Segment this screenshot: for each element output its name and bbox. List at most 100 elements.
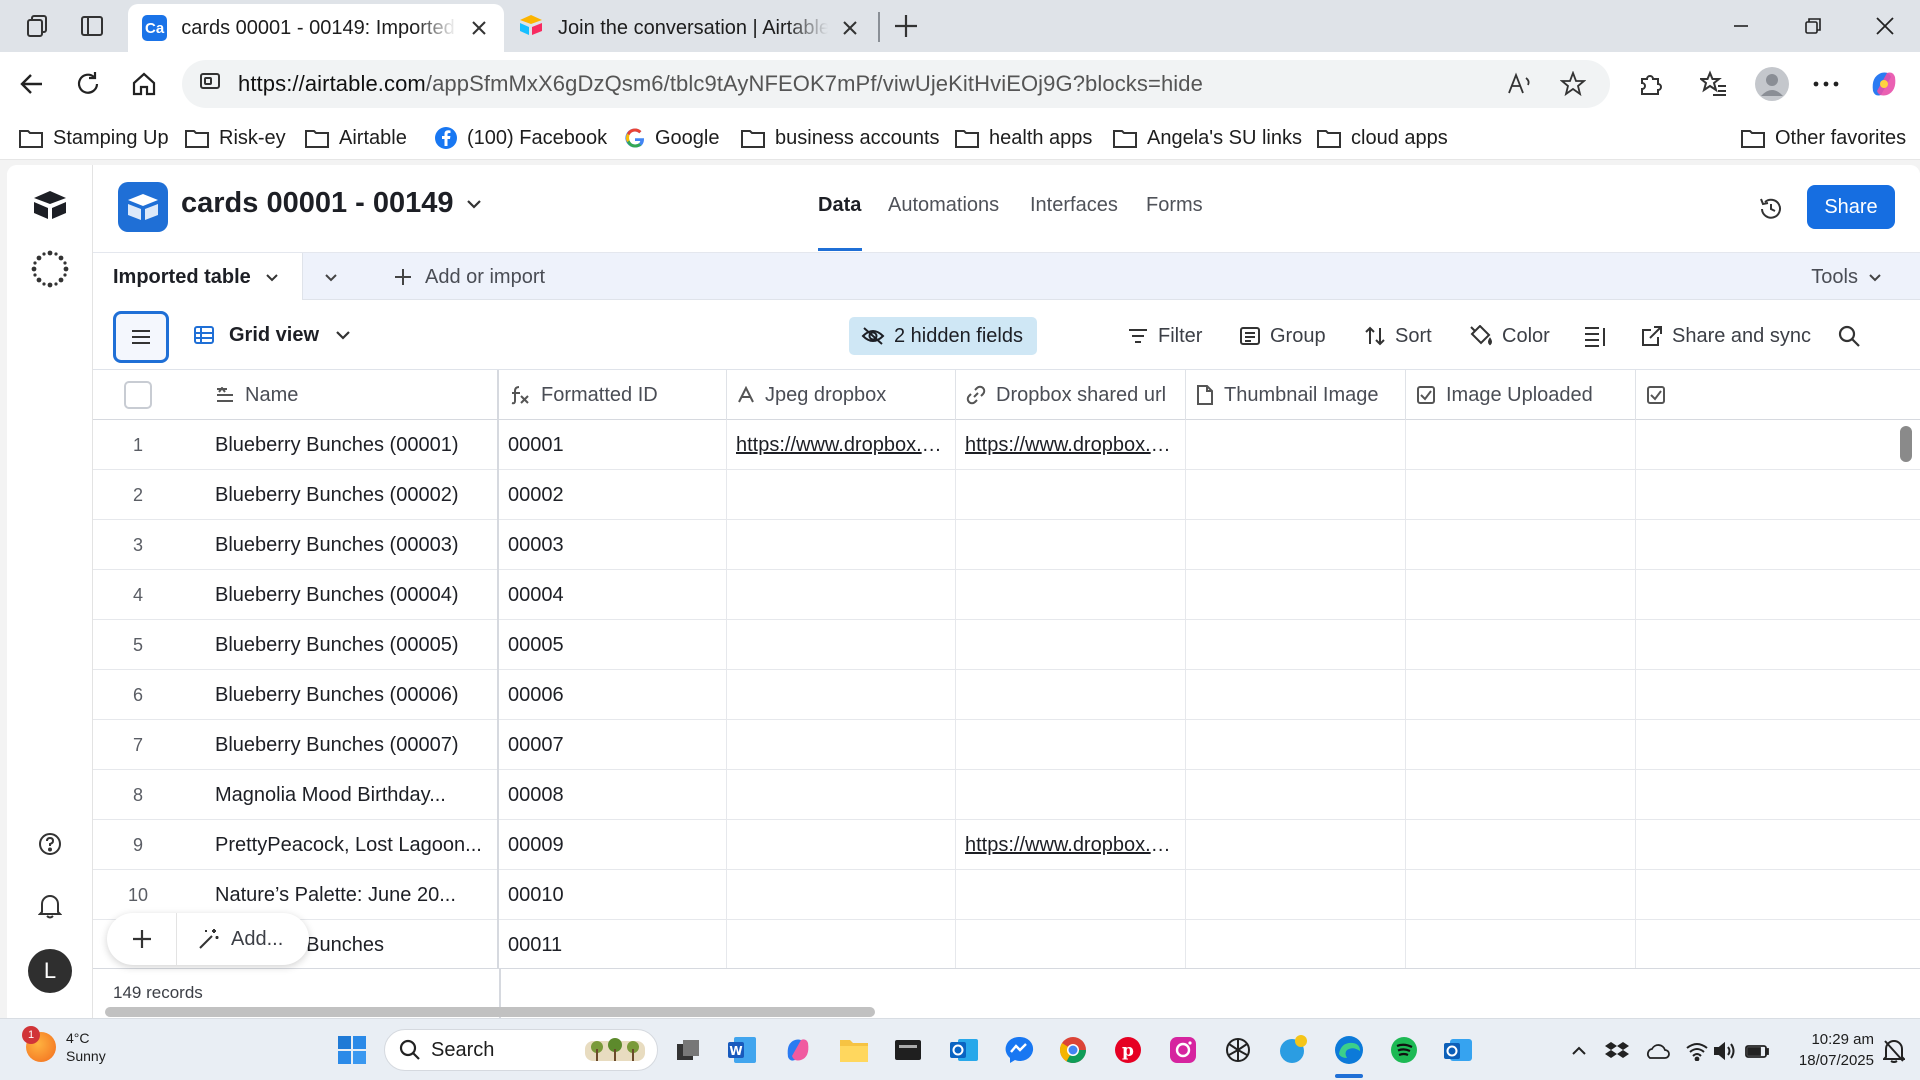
other-favorites[interactable]: Other favorites — [1740, 122, 1906, 154]
color-button[interactable]: Color — [1469, 317, 1550, 355]
omni-loading-icon[interactable] — [29, 248, 71, 290]
share-and-sync-button[interactable]: Share and sync — [1641, 317, 1811, 355]
home-icon[interactable] — [124, 64, 164, 104]
tab-actions-icon[interactable] — [72, 8, 112, 44]
favorites-list-icon[interactable] — [1694, 64, 1734, 104]
cell-thumbnail-image[interactable] — [1186, 770, 1406, 820]
read-aloud-icon[interactable] — [1506, 72, 1534, 102]
cell-thumbnail-image[interactable] — [1186, 820, 1406, 870]
task-view-icon[interactable] — [668, 1030, 708, 1070]
minimize-icon[interactable] — [1706, 0, 1776, 52]
favorite-stamping-up[interactable]: Stamping Up — [18, 122, 169, 154]
cell-jpeg-dropbox[interactable] — [727, 570, 956, 620]
refresh-icon[interactable] — [68, 64, 108, 104]
wifi-icon[interactable] — [1683, 1037, 1711, 1065]
close-window-icon[interactable] — [1850, 0, 1920, 52]
cell-name[interactable]: Blueberry Bunches (00001) — [183, 420, 499, 470]
show-hidden-icons-chevron-up-icon[interactable] — [1565, 1037, 1593, 1065]
outlook-icon[interactable] — [944, 1030, 984, 1070]
cell-formatted-id[interactable]: 00008 — [499, 770, 727, 820]
restore-icon[interactable] — [1778, 0, 1848, 52]
cell-jpeg-dropbox[interactable] — [727, 470, 956, 520]
back-arrow-icon[interactable] — [12, 64, 52, 104]
copilot-app-icon[interactable] — [778, 1030, 818, 1070]
cell-dropbox-shared-url[interactable]: https://www.dropbox.com/... — [956, 420, 1186, 470]
cell-more[interactable] — [1636, 720, 1676, 770]
row-number[interactable]: 3 — [93, 520, 183, 570]
cell-more[interactable] — [1636, 470, 1676, 520]
cell-jpeg-dropbox[interactable] — [727, 620, 956, 670]
row-number[interactable]: 4 — [93, 570, 183, 620]
cell-thumbnail-image[interactable] — [1186, 720, 1406, 770]
cell-formatted-id[interactable]: 00006 — [499, 670, 727, 720]
table-row[interactable]: 10 Nature’s Palette: June 20... 00010 — [93, 870, 1920, 920]
cell-jpeg-dropbox[interactable] — [727, 870, 956, 920]
cell-formatted-id[interactable]: 00011 — [499, 920, 727, 970]
row-height-icon[interactable] — [1583, 317, 1616, 355]
table-row[interactable]: 9 PrettyPeacock, Lost Lagoon... 00009 https… — [93, 820, 1920, 870]
hidden-fields-button[interactable]: 2 hidden fields — [849, 317, 1037, 355]
new-tab-plus-icon[interactable] — [886, 8, 926, 44]
row-number[interactable]: 6 — [93, 670, 183, 720]
table-tab-imported[interactable]: Imported table — [93, 253, 303, 301]
notifications-bell-icon[interactable] — [29, 885, 71, 927]
airtable-home-icon[interactable] — [29, 184, 71, 226]
cell-formatted-id[interactable]: 00004 — [499, 570, 727, 620]
cell-dropbox-shared-url[interactable] — [956, 670, 1186, 720]
cell-image-uploaded[interactable] — [1406, 920, 1636, 970]
cell-image-uploaded[interactable] — [1406, 520, 1636, 570]
column-header-more[interactable] — [1636, 370, 1676, 420]
column-header-name[interactable]: Name — [183, 370, 499, 420]
cell-jpeg-dropbox[interactable] — [727, 820, 956, 870]
windows-start-icon[interactable] — [332, 1030, 372, 1070]
table-row[interactable]: 2 Blueberry Bunches (00002) 00002 — [93, 470, 1920, 520]
cell-formatted-id[interactable]: 00009 — [499, 820, 727, 870]
tab-data[interactable]: Data — [818, 194, 861, 217]
dropbox-link[interactable]: https://www.dropbox.com/... — [965, 434, 1185, 457]
site-info-icon[interactable] — [198, 69, 222, 99]
cell-image-uploaded[interactable] — [1406, 470, 1636, 520]
cell-dropbox-shared-url[interactable] — [956, 770, 1186, 820]
cell-more[interactable] — [1636, 420, 1676, 470]
chrome-icon[interactable] — [1053, 1030, 1093, 1070]
add-with-ai-button[interactable]: Add... — [177, 927, 283, 951]
tools-menu[interactable]: Tools — [1811, 253, 1882, 301]
column-header-image-uploaded[interactable]: Image Uploaded — [1406, 370, 1636, 420]
base-name-dropdown[interactable]: cards 00001 - 00149 — [181, 187, 482, 220]
share-button[interactable]: Share — [1807, 185, 1895, 229]
column-header-thumbnail-image[interactable]: Thumbnail Image — [1186, 370, 1406, 420]
tab-forms[interactable]: Forms — [1146, 194, 1203, 217]
cell-dropbox-shared-url[interactable] — [956, 920, 1186, 970]
vertical-scrollbar[interactable] — [1900, 426, 1912, 462]
file-explorer-icon[interactable] — [834, 1030, 874, 1070]
favorite-angela-s-su-links[interactable]: Angela's SU links — [1112, 122, 1302, 154]
cell-thumbnail-image[interactable] — [1186, 920, 1406, 970]
battery-icon[interactable] — [1743, 1037, 1771, 1065]
copilot-icon[interactable] — [1864, 64, 1904, 104]
table-row[interactable]: 4 Blueberry Bunches (00004) 00004 — [93, 570, 1920, 620]
dropbox-link[interactable]: https://www.dropbox.com/... — [965, 834, 1185, 857]
cell-more[interactable] — [1636, 620, 1676, 670]
cell-dropbox-shared-url[interactable] — [956, 620, 1186, 670]
cell-formatted-id[interactable]: 00007 — [499, 720, 727, 770]
cell-formatted-id[interactable]: 00003 — [499, 520, 727, 570]
favorite-google[interactable]: Google — [624, 122, 720, 154]
cell-jpeg-dropbox[interactable] — [727, 770, 956, 820]
row-number[interactable]: 9 — [93, 820, 183, 870]
cell-image-uploaded[interactable] — [1406, 770, 1636, 820]
table-row[interactable]: 7 Blueberry Bunches (00007) 00007 — [93, 720, 1920, 770]
volume-icon[interactable] — [1711, 1037, 1739, 1065]
base-logo-icon[interactable] — [118, 182, 168, 232]
views-sidebar-toggle[interactable] — [113, 311, 169, 363]
column-header-formatted-id[interactable]: Formatted ID — [499, 370, 727, 420]
add-or-import-button[interactable]: Add or import — [393, 253, 545, 301]
close-icon[interactable] — [469, 17, 490, 39]
cell-dropbox-shared-url[interactable] — [956, 520, 1186, 570]
checkbox[interactable] — [124, 381, 152, 409]
favorite-risk-ey[interactable]: Risk-ey — [184, 122, 286, 154]
more-options-icon[interactable] — [1806, 64, 1846, 104]
favorite-100-facebook[interactable]: (100) Facebook — [434, 122, 607, 154]
cell-thumbnail-image[interactable] — [1186, 470, 1406, 520]
cell-name[interactable]: Blueberry Bunches (00007) — [183, 720, 499, 770]
row-number[interactable]: 2 — [93, 470, 183, 520]
